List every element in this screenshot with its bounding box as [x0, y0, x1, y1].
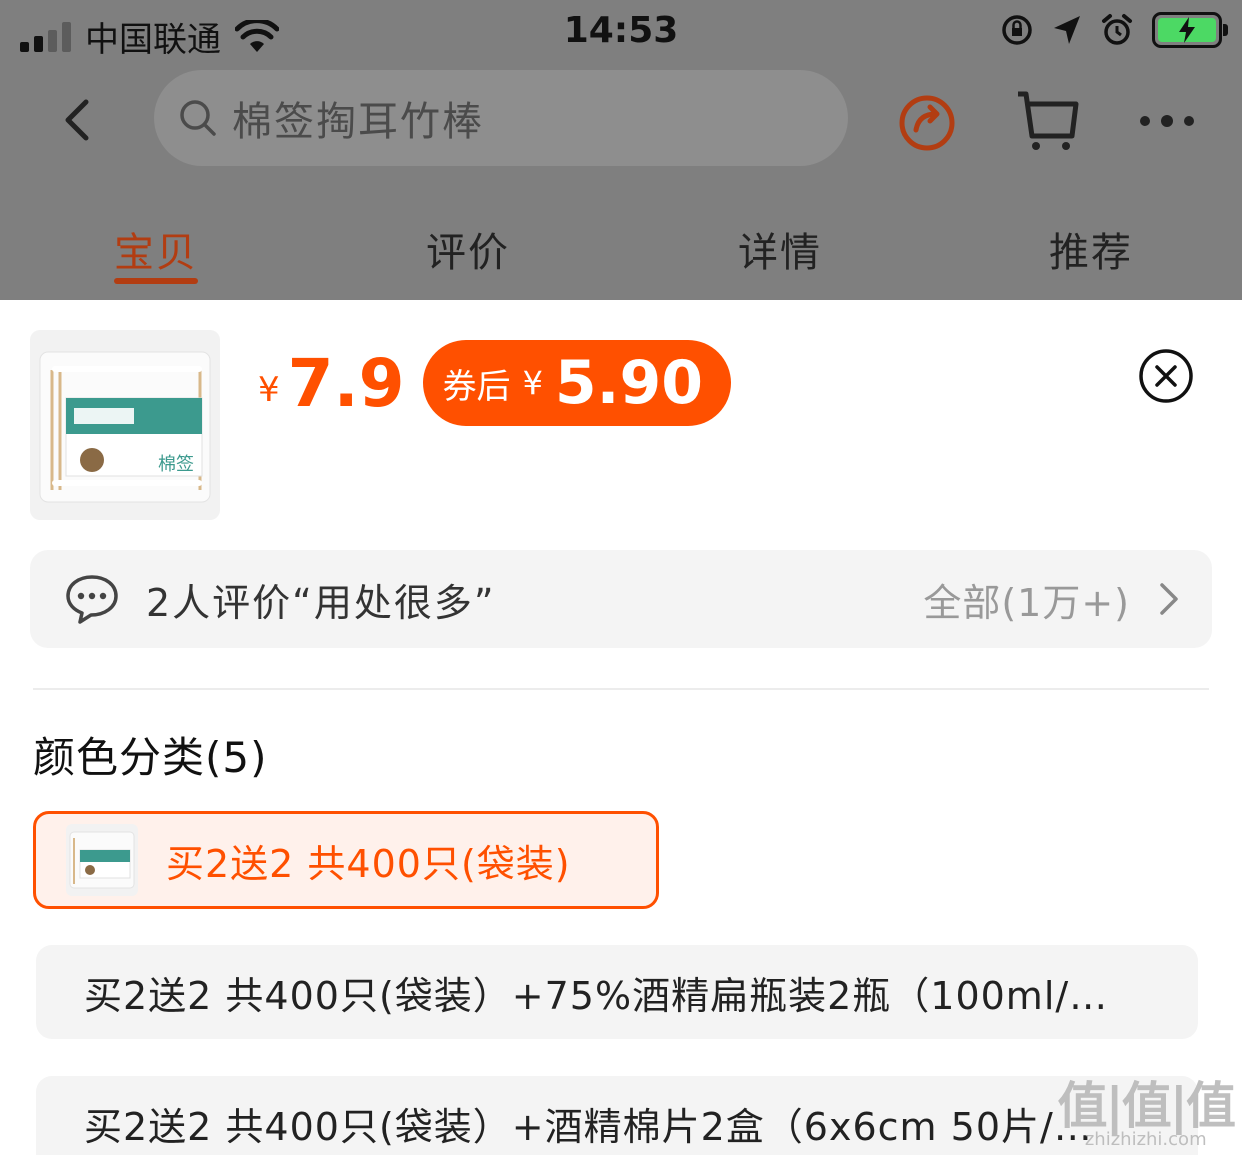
coupon-price: 5.90 — [554, 348, 703, 418]
status-bar: 中国联通 14:53 — [0, 0, 1242, 66]
alarm-icon — [1102, 14, 1132, 45]
tab-recommend[interactable]: 推荐 — [1021, 220, 1161, 278]
sku-option-selected[interactable]: 买2送2 共400只(袋装) — [33, 811, 659, 909]
chevron-right-icon — [1160, 583, 1178, 615]
orientation-lock-icon — [1002, 15, 1032, 45]
review-summary-text: 2人评价“用处很多” — [146, 580, 496, 625]
more-icon[interactable] — [1132, 86, 1202, 156]
sku-option-label: 买2送2 共400只(袋装）+酒精棉片2盒（6x6cm 50片/… — [84, 1104, 1093, 1149]
price-row: ¥ 7.9 券后 ¥ 5.90 — [258, 340, 731, 426]
tab-details[interactable]: 详情 — [710, 220, 850, 278]
cart-icon[interactable] — [1012, 86, 1082, 156]
search-icon — [180, 100, 216, 136]
watermark: 值|值|值 zhizhizhi.com — [1057, 1077, 1236, 1149]
back-arrow-icon[interactable] — [52, 90, 112, 150]
active-tab-indicator — [114, 278, 198, 284]
price: 7.9 — [287, 344, 405, 422]
sku-option-label: 买2送2 共400只(袋装）+75%酒精扁瓶装2瓶（100ml/… — [84, 973, 1109, 1018]
status-right — [1000, 12, 1228, 48]
product-thumbnail[interactable]: 棉签 — [30, 330, 220, 520]
cotton-swab-pack-image: 棉签 — [39, 351, 211, 503]
sku-option[interactable]: 买2送2 共400只(袋装）+酒精棉片2盒（6x6cm 50片/… — [36, 1076, 1198, 1155]
sku-option[interactable]: 买2送2 共400只(袋装）+75%酒精扁瓶装2瓶（100ml/… — [36, 945, 1198, 1039]
battery-icon — [1152, 12, 1228, 48]
dimmed-header: 中国联通 14:53 棉签掏耳竹棒 宝贝 评价 详情 推荐 — [0, 0, 1242, 300]
coupon-price-badge: 券后 ¥ 5.90 — [422, 340, 731, 426]
tab-reviews[interactable]: 评价 — [398, 220, 538, 278]
sku-section-title: 颜色分类(5) — [33, 733, 268, 782]
close-icon[interactable] — [1138, 348, 1194, 404]
tab-bar: 宝贝 评价 详情 推荐 — [0, 210, 1242, 300]
thumb-label: 棉签 — [158, 454, 194, 475]
nav-row: 棉签掏耳竹棒 — [0, 70, 1242, 170]
location-icon — [1054, 16, 1080, 44]
search-placeholder: 棉签掏耳竹棒 — [232, 99, 484, 145]
share-icon[interactable] — [892, 86, 962, 156]
review-summary-row[interactable]: 2人评价“用处很多” 全部(1万+) — [30, 550, 1212, 648]
search-bar[interactable]: 棉签掏耳竹棒 — [154, 70, 848, 166]
sku-sheet: 棉签 ¥ 7.9 券后 ¥ 5.90 2人评价“用处很多” 全部(1万+) 颜色… — [0, 300, 1242, 1155]
tab-baobei[interactable]: 宝贝 — [86, 220, 226, 278]
chat-bubble-icon — [66, 575, 118, 624]
sku-option-thumbnail — [66, 824, 138, 896]
divider — [33, 688, 1209, 690]
all-reviews-link[interactable]: 全部(1万+) — [923, 572, 1130, 627]
currency-symbol: ¥ — [258, 370, 280, 410]
watermark-logo: 值|值|值 — [1057, 1077, 1236, 1135]
coupon-label: 券后 — [442, 366, 511, 407]
sku-option-label: 买2送2 共400只(袋装) — [166, 841, 571, 886]
coupon-currency: ¥ — [522, 364, 543, 402]
